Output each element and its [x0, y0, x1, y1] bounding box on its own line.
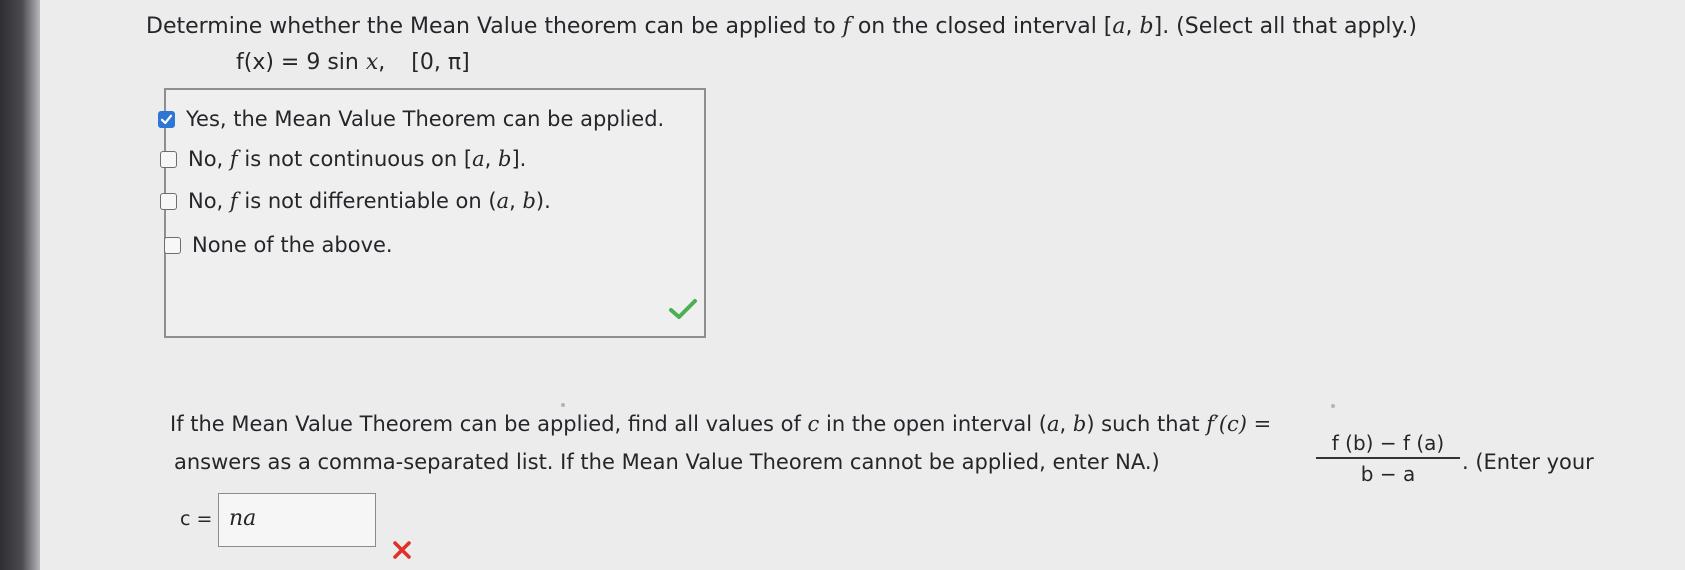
left-edge-shadow	[0, 0, 40, 570]
speck	[561, 403, 565, 407]
correct-checkmark-icon	[669, 299, 697, 319]
question-1-text: Determine whether the Mean Value theorem…	[146, 14, 1417, 39]
choice-label: No, f is not continuous on [a, b].	[188, 147, 527, 171]
choices-box: Yes, the Mean Value Theorem can be appli…	[158, 88, 706, 338]
mvt-fraction: f (b) − f (a) b − a	[1316, 431, 1460, 486]
checkbox-checked[interactable]	[158, 110, 175, 128]
checkbox[interactable]	[164, 236, 181, 254]
checkbox[interactable]	[160, 192, 177, 210]
choice-label: None of the above.	[192, 233, 393, 257]
answer-input[interactable]: na	[218, 493, 376, 547]
function-display: f(x) = 9 sin x, [0, π]	[236, 50, 470, 75]
question-2-line-1: If the Mean Value Theorem can be applied…	[170, 412, 1272, 436]
choice-yes[interactable]: Yes, the Mean Value Theorem can be appli…	[158, 104, 664, 134]
question-2-line-2: answers as a comma-separated list. If th…	[174, 450, 1160, 474]
screen: Determine whether the Mean Value theorem…	[0, 0, 1685, 570]
choice-label: Yes, the Mean Value Theorem can be appli…	[186, 107, 665, 131]
answer-label: c =	[180, 508, 213, 530]
choice-not-continuous[interactable]: No, f is not continuous on [a, b].	[160, 144, 526, 174]
incorrect-x-icon	[393, 541, 411, 559]
choice-none[interactable]: None of the above.	[164, 230, 393, 260]
choice-label: No, f is not differentiable on (a, b).	[188, 189, 551, 213]
question-2-tail: . (Enter your	[1462, 450, 1594, 474]
speck	[1331, 404, 1335, 408]
checkbox[interactable]	[160, 150, 177, 168]
checkmark-icon	[160, 114, 173, 124]
fraction-numerator: f (b) − f (a)	[1316, 431, 1460, 459]
choice-not-differentiable[interactable]: No, f is not differentiable on (a, b).	[160, 186, 551, 216]
fraction-denominator: b − a	[1360, 462, 1416, 486]
